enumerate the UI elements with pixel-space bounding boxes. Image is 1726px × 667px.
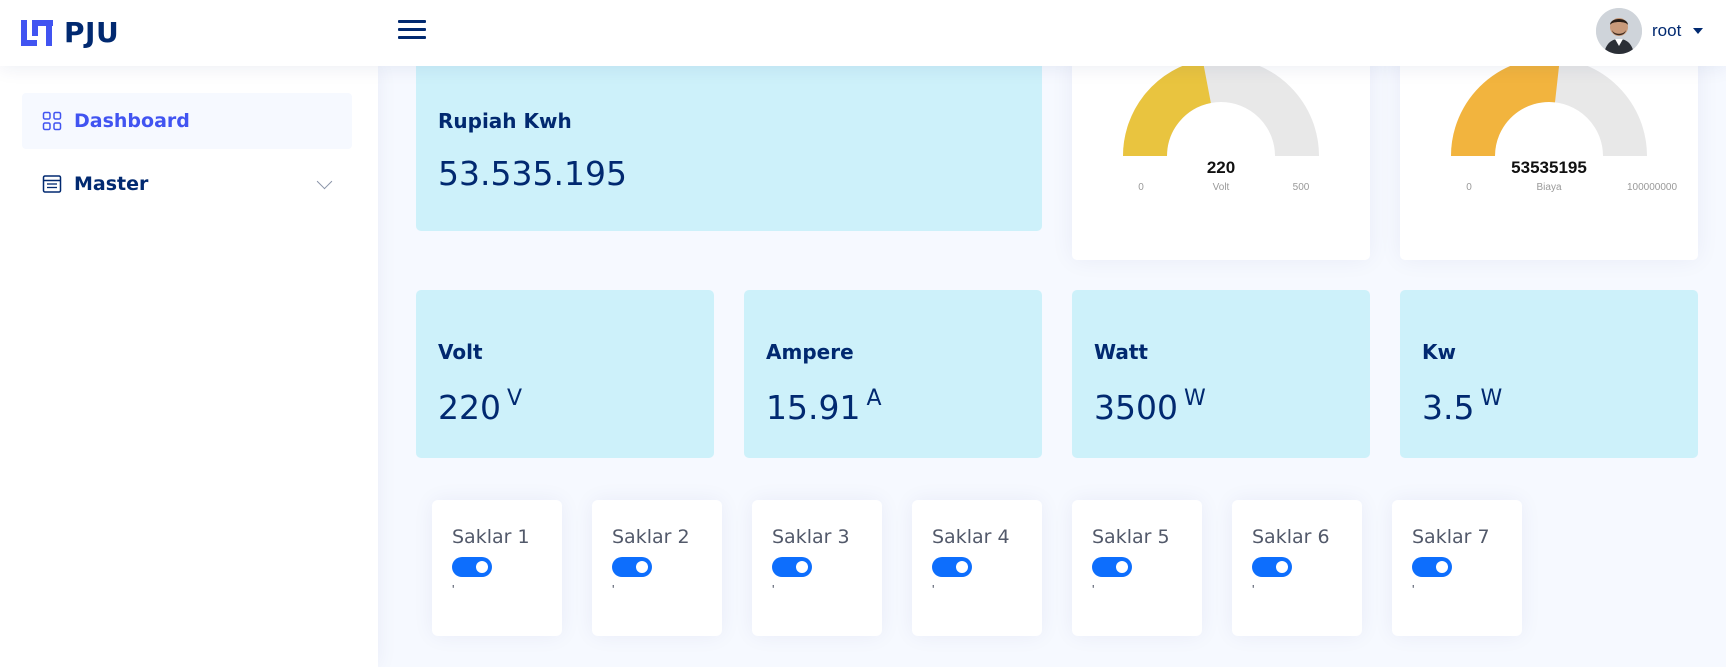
switch-label: Saklar 6 — [1252, 526, 1330, 548]
gauge-min-label: 0 — [1138, 182, 1144, 193]
switch-card-1: Saklar 1 ' — [432, 500, 562, 636]
metric-unit: A — [866, 386, 882, 411]
switch-card-3: Saklar 3 ' — [752, 500, 882, 636]
gauge-unit-label: Biaya — [1536, 182, 1561, 193]
switch-label: Saklar 5 — [1092, 526, 1170, 548]
card-title: Volt — [438, 340, 483, 364]
switch-card-7: Saklar 7 ' — [1392, 500, 1522, 636]
switch-toggle[interactable] — [1252, 557, 1292, 577]
card-title: Rupiah Kwh — [438, 109, 572, 133]
gauge-max-label: 500 — [1293, 182, 1310, 193]
biaya-gauge-card: 53535195 Biaya 0 100000000 — [1400, 56, 1698, 260]
switch-card-6: Saklar 6 ' — [1232, 500, 1362, 636]
switch-state-text: ' — [772, 582, 775, 597]
card-value: 3500 W — [1094, 386, 1206, 427]
card-value: 15.91 A — [766, 386, 882, 427]
biaya-gauge: 53535195 Biaya 0 100000000 — [1451, 58, 1677, 193]
volt-gauge: 220 Volt 0 500 — [1123, 58, 1319, 193]
card-value: 53.535.195 — [438, 154, 627, 193]
switch-state-text: ' — [452, 582, 455, 597]
metric-unit: W — [1480, 386, 1503, 411]
switch-state-text: ' — [1092, 582, 1095, 597]
sidebar: Dashboard Master — [0, 66, 378, 667]
switch-toggle[interactable] — [452, 557, 492, 577]
gauge-value-label: 53535195 — [1511, 158, 1587, 177]
switch-toggle[interactable] — [932, 557, 972, 577]
switch-label: Saklar 1 — [452, 526, 530, 548]
gauge-fill — [1451, 58, 1560, 157]
sidebar-item-dashboard[interactable]: Dashboard — [22, 93, 352, 149]
metric-unit: V — [507, 386, 523, 411]
ampere-card: Ampere 15.91 A — [744, 290, 1042, 458]
metric-unit: W — [1183, 386, 1206, 411]
card-title: Ampere — [766, 340, 854, 364]
card-value: 3.5 W — [1422, 386, 1502, 427]
gauge-fill — [1123, 59, 1212, 157]
switch-toggle[interactable] — [612, 557, 652, 577]
sidebar-item-label: Dashboard — [74, 110, 190, 132]
switch-toggle[interactable] — [772, 557, 812, 577]
switch-state-text: ' — [612, 582, 615, 597]
metric-value: 3500 — [1094, 388, 1178, 427]
grid-icon — [42, 111, 62, 131]
card-title: Kw — [1422, 340, 1456, 364]
switch-state-text: ' — [1412, 582, 1415, 597]
metric-value: 15.91 — [766, 388, 861, 427]
gauge-max-label: 100000000 — [1627, 182, 1677, 193]
brand-logo[interactable]: PJU — [20, 14, 119, 50]
profile-name: root — [1652, 21, 1682, 40]
top-header: PJU root — [0, 0, 1726, 66]
switch-card-4: Saklar 4 ' — [912, 500, 1042, 636]
switch-card-2: Saklar 2 ' — [592, 500, 722, 636]
chevron-down-icon — [316, 173, 333, 190]
gauge-value-label: 220 — [1207, 158, 1235, 177]
switch-label: Saklar 3 — [772, 526, 850, 548]
profile-dropdown[interactable]: root — [1596, 7, 1726, 55]
user-photo-icon — [1596, 8, 1642, 54]
switch-toggle[interactable] — [1412, 557, 1452, 577]
switch-state-text: ' — [932, 582, 935, 597]
switch-toggle[interactable] — [1092, 557, 1132, 577]
menu-button-icon — [42, 175, 62, 193]
avatar — [1596, 8, 1642, 54]
logo-mark-icon — [21, 20, 53, 46]
metric-value: 220 — [438, 388, 501, 427]
metric-value: 3.5 — [1422, 388, 1475, 427]
gauge-unit-label: Volt — [1213, 182, 1230, 193]
watt-card: Watt 3500 W — [1072, 290, 1370, 458]
card-title: Watt — [1094, 340, 1148, 364]
switch-card-5: Saklar 5 ' — [1072, 500, 1202, 636]
volt-gauge-card: 220 Volt 0 500 — [1072, 56, 1370, 260]
volt-card: Volt 220 V — [416, 290, 714, 458]
brand-name: PJU — [64, 15, 120, 49]
sidebar-item-label: Master — [74, 173, 149, 195]
card-value: 220 V — [438, 386, 522, 427]
kw-card: Kw 3.5 W — [1400, 290, 1698, 458]
rupiah-kwh-card: Rupiah Kwh 53.535.195 — [416, 56, 1042, 231]
switch-label: Saklar 2 — [612, 526, 690, 548]
switch-label: Saklar 4 — [932, 526, 1010, 548]
gauge-min-label: 0 — [1466, 182, 1472, 193]
toggle-sidebar-button[interactable] — [398, 14, 428, 44]
switch-label: Saklar 7 — [1412, 526, 1490, 548]
caret-down-icon — [1693, 28, 1704, 34]
sidebar-item-master[interactable]: Master — [22, 156, 352, 212]
switch-state-text: ' — [1252, 582, 1255, 597]
